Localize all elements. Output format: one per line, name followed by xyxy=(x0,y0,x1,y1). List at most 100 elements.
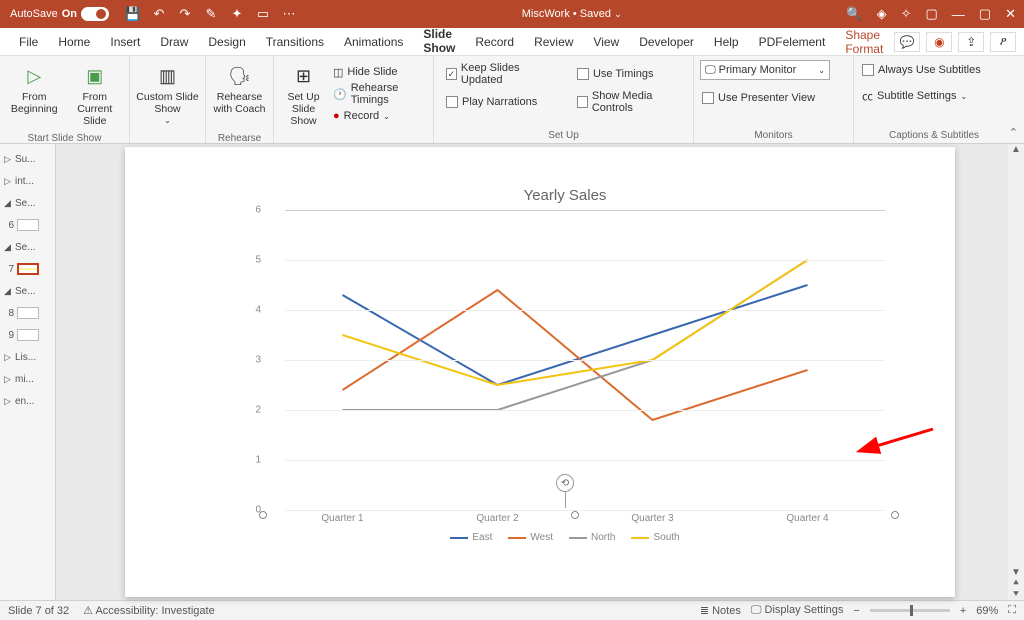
hide-icon: ◫ xyxy=(333,66,343,79)
legend-item: South xyxy=(631,532,679,543)
record-icon: ● xyxy=(333,110,340,122)
record-button[interactable]: ●Record ⌄ xyxy=(331,106,427,126)
rotate-handle-icon[interactable]: ⟲ xyxy=(556,474,574,492)
y-tick: 2 xyxy=(255,405,261,416)
search-icon[interactable]: 🔍 xyxy=(846,6,862,22)
undo-icon[interactable]: ↶ xyxy=(151,6,167,22)
window-icon[interactable]: ▢ xyxy=(926,6,938,22)
setup-show-button[interactable]: ⊞ Set Up Slide Show xyxy=(280,60,327,128)
tab-animations[interactable]: Animations xyxy=(335,31,412,53)
vertical-scrollbar[interactable]: ▲ ▼ ⯅ ⯆ xyxy=(1008,144,1024,600)
show-media-checkbox[interactable]: Show Media Controls xyxy=(575,92,687,112)
tab-home[interactable]: Home xyxy=(49,31,99,53)
record-icon[interactable]: ◉ xyxy=(926,32,952,52)
redo-icon[interactable]: ↷ xyxy=(177,6,193,22)
ribbon-tabs: File Home Insert Draw Design Transitions… xyxy=(0,28,1024,56)
rehearse-coach-button[interactable]: 🗣 Rehearse with Coach xyxy=(212,60,267,128)
zoom-out-icon[interactable]: − xyxy=(853,605,859,617)
y-tick: 1 xyxy=(255,455,261,466)
chart[interactable]: Yearly Sales 0123456 Quarter 1Quarter 2Q… xyxy=(245,187,885,557)
qat-icon[interactable]: ✦ xyxy=(229,6,245,22)
subtitle-settings-button[interactable]: ㏄Subtitle Settings ⌄ xyxy=(860,86,969,106)
presenter-view-checkbox[interactable]: Use Presenter View xyxy=(700,88,817,108)
tab-slideshow[interactable]: Slide Show xyxy=(414,23,464,61)
save-icon[interactable]: 💾 xyxy=(125,6,141,22)
x-tick-label: Quarter 2 xyxy=(420,510,575,524)
selection-handle[interactable] xyxy=(891,511,899,519)
document-title: MiscWork • Saved ⌄ xyxy=(297,8,846,20)
tab-design[interactable]: Design xyxy=(199,31,254,53)
slide-count: Slide 7 of 32 xyxy=(8,605,69,617)
zoom-in-icon[interactable]: + xyxy=(960,605,966,617)
minimize-icon[interactable]: — xyxy=(952,7,965,22)
collapse-ribbon-icon[interactable]: ⌃ xyxy=(1009,126,1018,139)
qat-icon[interactable]: ▭ xyxy=(255,6,271,22)
custom-show-button[interactable]: ▥ Custom Slide Show ⌄ xyxy=(136,60,199,128)
selection-handle[interactable] xyxy=(259,511,267,519)
series-line[interactable] xyxy=(343,260,808,385)
status-bar: Slide 7 of 32 ⚠ Accessibility: Investiga… xyxy=(0,600,1024,620)
slide-thumbnails[interactable]: ▷Su... ▷int... ◢Se... 6 ◢Se... 7 ◢Se... … xyxy=(0,144,56,600)
tab-help[interactable]: Help xyxy=(705,31,748,53)
from-beginning-button[interactable]: ▷ From Beginning xyxy=(6,60,63,128)
tab-file[interactable]: File xyxy=(10,31,47,53)
user-icon[interactable]: ዖ xyxy=(990,32,1016,52)
legend-item: East xyxy=(450,532,492,543)
scroll-down-icon[interactable]: ▼ xyxy=(1011,567,1021,578)
qat-more-icon[interactable]: ⋯ xyxy=(281,6,297,22)
maximize-icon[interactable]: ▢ xyxy=(979,6,991,22)
tab-shape-format[interactable]: Shape Format xyxy=(836,24,892,60)
comments-icon[interactable]: 💬 xyxy=(894,32,920,52)
zoom-level[interactable]: 69% xyxy=(976,605,998,617)
notes-button[interactable]: ≣ Notes xyxy=(700,604,741,617)
keep-updated-checkbox[interactable]: ✓Keep Slides Updated xyxy=(444,64,555,84)
rehearse-timings-button[interactable]: 🕐Rehearse Timings xyxy=(331,84,427,104)
custom-show-icon: ▥ xyxy=(154,64,182,88)
qat-icon[interactable]: ✎ xyxy=(203,6,219,22)
cc-icon: ㏄ xyxy=(862,88,873,104)
tab-draw[interactable]: Draw xyxy=(151,31,197,53)
tab-developer[interactable]: Developer xyxy=(630,31,703,53)
x-tick-label: Quarter 3 xyxy=(575,510,730,524)
tab-review[interactable]: Review xyxy=(525,31,582,53)
setup-icon: ⊞ xyxy=(289,64,317,88)
share-icon[interactable]: ⇪ xyxy=(958,32,984,52)
display-settings-button[interactable]: 🖵 Display Settings xyxy=(751,604,844,617)
close-icon[interactable]: ✕ xyxy=(1005,6,1016,22)
y-tick: 5 xyxy=(255,255,261,266)
mic-icon[interactable]: ✧ xyxy=(901,6,912,22)
y-tick: 6 xyxy=(255,205,261,216)
tab-pdf[interactable]: PDFelement xyxy=(750,31,835,53)
tab-insert[interactable]: Insert xyxy=(101,31,149,53)
use-timings-checkbox[interactable]: Use Timings xyxy=(575,64,687,84)
autosave-toggle[interactable]: AutoSave On xyxy=(10,7,109,21)
next-slide-icon[interactable]: ⯆ xyxy=(1012,589,1020,600)
ribbon: ▷ From Beginning ▣ From Current Slide St… xyxy=(0,56,1024,144)
monitor-select[interactable]: 🖵 Primary Monitor⌄ xyxy=(700,60,830,80)
slide-canvas[interactable]: Yearly Sales 0123456 Quarter 1Quarter 2Q… xyxy=(125,147,955,597)
play-icon: ▷ xyxy=(20,64,48,88)
prev-slide-icon[interactable]: ⯅ xyxy=(1012,578,1020,589)
always-subtitles-checkbox[interactable]: Always Use Subtitles xyxy=(860,60,983,80)
from-current-button[interactable]: ▣ From Current Slide xyxy=(67,60,124,128)
play-current-icon: ▣ xyxy=(81,64,109,88)
tab-view[interactable]: View xyxy=(584,31,628,53)
fit-icon[interactable]: ⛶ xyxy=(1008,604,1016,617)
zoom-slider[interactable] xyxy=(870,609,950,612)
x-tick-label: Quarter 4 xyxy=(730,510,885,524)
scroll-up-icon[interactable]: ▲ xyxy=(1011,144,1021,155)
tab-record[interactable]: Record xyxy=(466,31,523,53)
play-narrations-checkbox[interactable]: Play Narrations xyxy=(444,92,555,112)
hide-slide-button[interactable]: ◫Hide Slide xyxy=(331,62,427,82)
tab-transitions[interactable]: Transitions xyxy=(257,31,333,53)
series-line[interactable] xyxy=(343,285,808,385)
y-tick: 3 xyxy=(255,355,261,366)
selection-handle[interactable] xyxy=(571,511,579,519)
thumbnail-slide-7[interactable]: 7 xyxy=(0,258,55,280)
group-label: Set Up xyxy=(434,129,693,143)
annotation-arrow xyxy=(865,427,935,454)
accessibility-status[interactable]: ⚠ Accessibility: Investigate xyxy=(83,604,215,617)
diamond-icon[interactable]: ◈ xyxy=(877,6,887,22)
group-label: Captions & Subtitles xyxy=(854,129,1014,143)
legend-item: West xyxy=(508,532,553,543)
